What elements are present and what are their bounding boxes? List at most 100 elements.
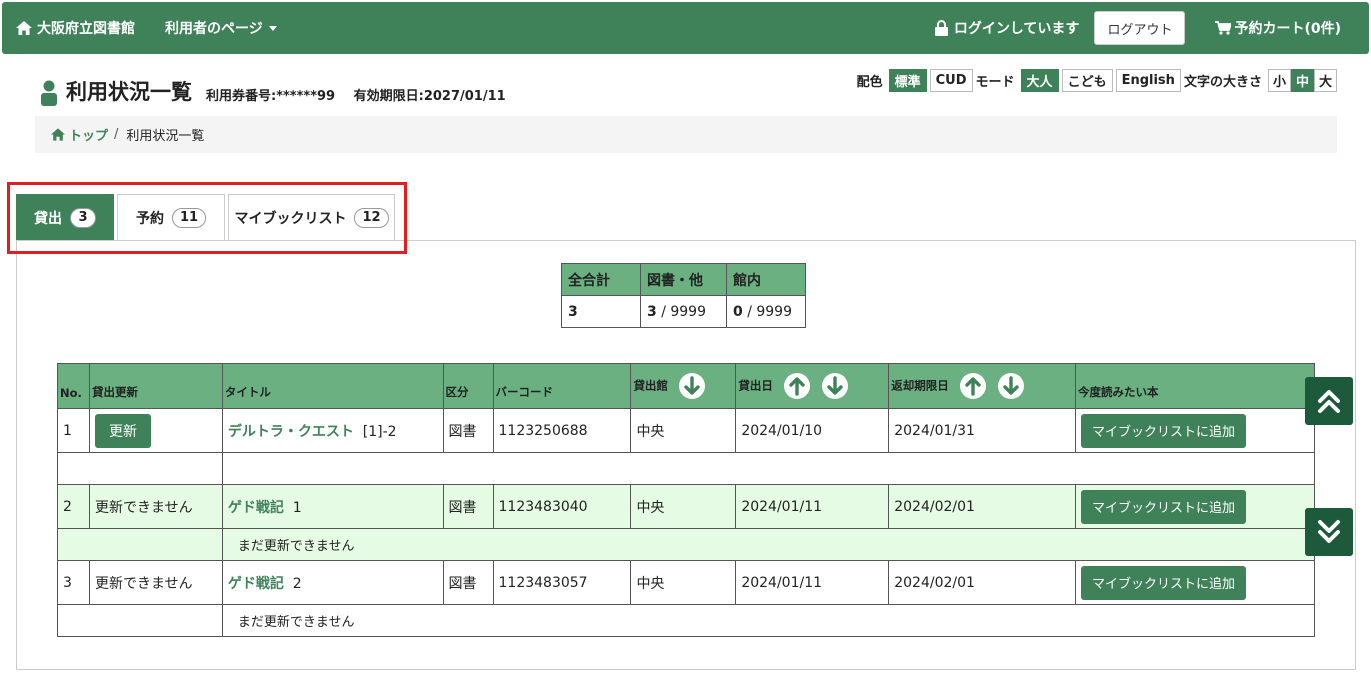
row-volume: 2 — [292, 575, 302, 592]
row-loan-date: 2024/01/11 — [735, 484, 890, 529]
summary-header-books: 図書・他 — [640, 263, 727, 296]
row-renew-cell: 更新 — [88, 408, 223, 453]
row-title-cell: ゲド戦記 2 — [221, 560, 444, 605]
col-due-date: 返却期限日 — [888, 363, 1077, 409]
row-loan-date: 2024/01/10 — [735, 408, 890, 453]
home-icon — [51, 128, 65, 141]
row-loan-date: 2024/01/11 — [735, 560, 890, 605]
card-number: 利用券番号:******99 — [206, 89, 336, 104]
user-icon — [41, 80, 57, 106]
col-want-to-read: 今度読みたい本 — [1075, 363, 1315, 409]
row-type: 図書 — [442, 484, 494, 529]
row-volume: 1 — [292, 499, 302, 516]
font-size-label: 文字の大きさ — [1183, 75, 1262, 90]
font-size-large-button[interactable]: 大 — [1313, 69, 1337, 92]
row-library: 中央 — [630, 408, 737, 453]
row-no: 3 — [57, 560, 90, 605]
col-loan-date: 貸出日 — [735, 363, 890, 409]
sort-down-icon[interactable] — [997, 372, 1025, 400]
row-renew-status: 更新できません — [88, 484, 223, 529]
row-add-cell: マイブックリストに追加 — [1075, 408, 1315, 453]
title-link[interactable]: ゲド戦記 — [228, 500, 284, 516]
mode-kids-button[interactable]: こども — [1061, 69, 1113, 92]
caret-down-icon — [268, 25, 277, 31]
add-to-mybooklist-button[interactable]: マイブックリストに追加 — [1081, 413, 1247, 448]
table-row: 2 更新できません ゲド戦記 1 図書 1123483040 中央 2024/0… — [57, 484, 1315, 529]
font-size-small-button[interactable]: 小 — [1267, 69, 1291, 92]
breadcrumb-home-label: トップ — [69, 129, 109, 144]
row-add-cell: マイブックリストに追加 — [1075, 560, 1315, 605]
col-title: タイトル — [221, 363, 444, 409]
loans-header-row: No. 貸出更新 タイトル 区分 バーコード 貸出館 貸出日 返却期限日 今度読… — [57, 363, 1315, 409]
page-title: 利用状況一覧 — [66, 80, 192, 104]
lock-icon — [934, 20, 948, 36]
row-library: 中央 — [630, 560, 737, 605]
col-barcode: バーコード — [492, 363, 632, 409]
user-menu-label: 利用者のページ — [165, 21, 263, 37]
row-note — [221, 452, 1316, 485]
display-settings: 配色 標準 CUD モード 大人 こども English 文字の大きさ 小 中 … — [851, 69, 1337, 92]
top-navbar: 大阪府立図書館 利用者のページ ログインしています ログアウト 予約カート(0件… — [2, 2, 1369, 54]
sort-up-icon[interactable] — [959, 372, 987, 400]
brand-link[interactable]: 大阪府立図書館 — [16, 18, 135, 38]
row-volume: [1]-2 — [362, 423, 397, 440]
scroll-bottom-button[interactable] — [1305, 508, 1353, 556]
col-no: No. — [57, 363, 90, 409]
cart-icon — [1215, 21, 1232, 35]
row-due-date: 2024/01/31 — [888, 408, 1077, 453]
font-size-medium-button[interactable]: 中 — [1290, 69, 1314, 92]
login-status: ログインしています — [934, 18, 1080, 38]
sort-down-icon[interactable] — [821, 372, 849, 400]
breadcrumb: トップ / 利用状況一覧 — [35, 116, 1337, 153]
home-icon — [16, 21, 32, 35]
col-renew: 貸出更新 — [88, 363, 223, 409]
brand-name: 大阪府立図書館 — [37, 21, 135, 37]
double-chevron-down-icon — [1318, 520, 1340, 543]
col-type: 区分 — [442, 363, 494, 409]
row-add-cell: マイブックリストに追加 — [1075, 484, 1315, 529]
scroll-top-button[interactable] — [1305, 377, 1353, 425]
row-no: 2 — [57, 484, 90, 529]
table-subrow: まだ更新できません — [57, 604, 1316, 637]
sort-down-icon[interactable] — [678, 372, 706, 400]
mode-adult-button[interactable]: 大人 — [1020, 69, 1059, 92]
row-type: 図書 — [442, 560, 494, 605]
row-library: 中央 — [630, 484, 737, 529]
title-link[interactable]: デルトラ・クエスト — [228, 424, 354, 440]
row-barcode: 1123483040 — [492, 484, 632, 529]
login-status-text: ログインしています — [953, 21, 1080, 37]
sort-up-icon[interactable] — [783, 372, 811, 400]
table-subrow — [57, 452, 1316, 485]
add-to-mybooklist-button[interactable]: マイブックリストに追加 — [1081, 565, 1247, 600]
renew-button[interactable]: 更新 — [94, 413, 151, 448]
mode-english-button[interactable]: English — [1115, 69, 1181, 92]
summary-header-inhouse: 館内 — [726, 263, 806, 296]
table-row: 1 更新 デルトラ・クエスト [1]-2 図書 1123250688 中央 20… — [57, 408, 1315, 453]
row-due-date: 2024/02/01 — [888, 560, 1077, 605]
color-standard-button[interactable]: 標準 — [888, 69, 927, 92]
row-barcode: 1123483057 — [492, 560, 632, 605]
title-link[interactable]: ゲド戦記 — [228, 576, 284, 592]
row-due-date: 2024/02/01 — [888, 484, 1077, 529]
row-type: 図書 — [442, 408, 494, 453]
mode-label: モード — [975, 75, 1015, 90]
reservation-cart-link[interactable]: 予約カート(0件) — [1215, 18, 1341, 38]
breadcrumb-home[interactable]: トップ — [51, 125, 108, 144]
row-no: 1 — [57, 408, 90, 453]
double-chevron-up-icon — [1318, 390, 1340, 413]
summary-inhouse: 0 / 9999 — [726, 295, 806, 328]
col-library: 貸出館 — [630, 363, 737, 409]
tab-highlight-box — [7, 182, 407, 254]
logout-button[interactable]: ログアウト — [1094, 11, 1186, 45]
add-to-mybooklist-button[interactable]: マイブックリストに追加 — [1081, 489, 1247, 524]
color-label: 配色 — [856, 75, 883, 90]
table-row: 3 更新できません ゲド戦記 2 図書 1123483057 中央 2024/0… — [57, 560, 1315, 605]
row-note: まだ更新できません — [221, 604, 1316, 637]
user-menu-dropdown[interactable]: 利用者のページ — [165, 18, 277, 38]
loans-table: No. 貸出更新 タイトル 区分 バーコード 貸出館 貸出日 返却期限日 今度読… — [57, 363, 1316, 637]
row-title-cell: デルトラ・クエスト [1]-2 — [221, 408, 444, 453]
color-cud-button[interactable]: CUD — [929, 69, 973, 92]
row-barcode: 1123250688 — [492, 408, 632, 453]
table-subrow: まだ更新できません — [57, 528, 1316, 561]
breadcrumb-current: 利用状況一覧 — [126, 129, 205, 144]
